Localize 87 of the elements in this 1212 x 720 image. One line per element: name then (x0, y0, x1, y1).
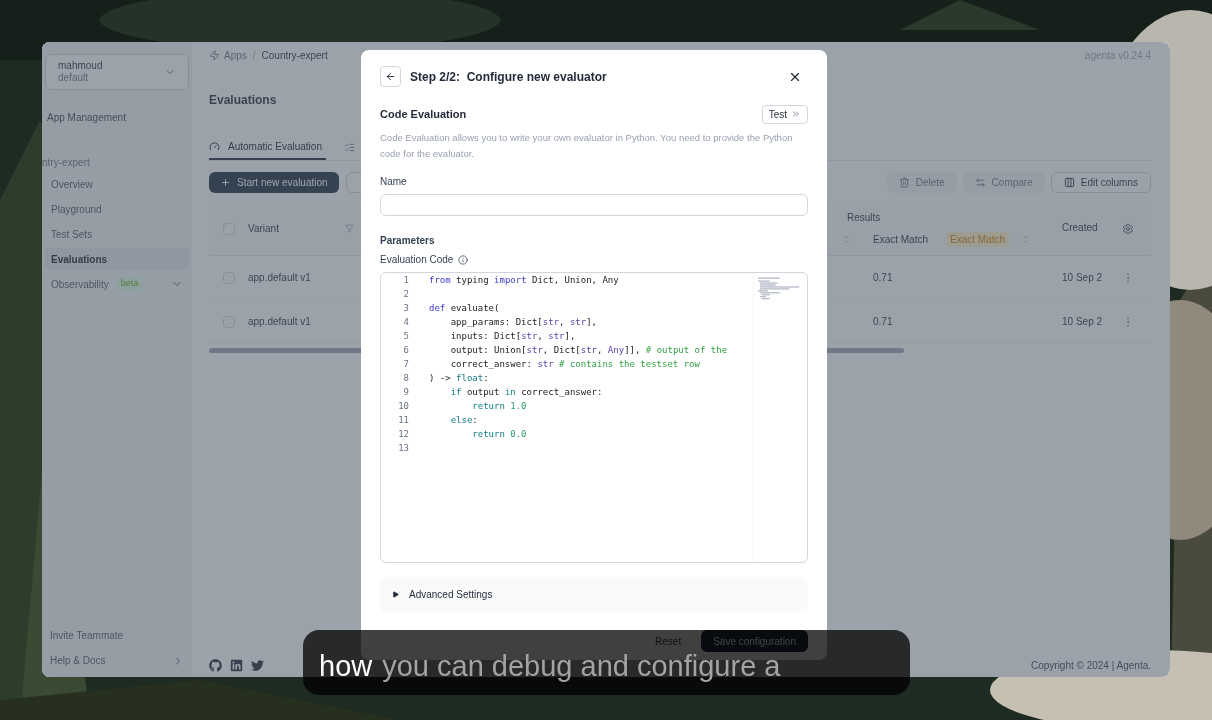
beta-badge: beta (116, 277, 143, 291)
sidebar-link[interactable]: Help & Docs (50, 652, 184, 669)
github-icon[interactable] (209, 659, 222, 672)
code-line: if output in correct_answer: (449, 386, 603, 400)
info-icon[interactable] (458, 254, 469, 265)
code-line: output: Union[str, Dict[str, Any]], # output of the (449, 344, 728, 358)
field-label: Parameters (380, 234, 436, 248)
section-title: Code Evaluation (380, 106, 467, 122)
line-number: 6 (402, 344, 409, 358)
code-line: from typing import Dict, Union, Any (429, 274, 619, 288)
back-button[interactable] (380, 66, 401, 87)
breadcrumb-current: Country-expert (261, 48, 328, 63)
line-number: 1 (402, 274, 409, 288)
line-number: 8 (402, 372, 409, 386)
table-cell-text: app.default v1 (248, 271, 312, 285)
settings-icon[interactable] (1122, 222, 1134, 235)
twitter-icon[interactable] (251, 659, 264, 672)
table-cell-text: app.default v1 (248, 315, 312, 329)
line-number: 2 (402, 288, 409, 302)
line-number: 12 (397, 428, 409, 442)
advanced-settings-toggle[interactable]: Advanced Settings (380, 577, 808, 612)
line-number: 3 (402, 302, 409, 316)
code-line: def evaluate( (429, 302, 500, 316)
plus-icon (220, 176, 231, 188)
line-number: 9 (402, 386, 409, 400)
code-line: ) -> float: (429, 372, 489, 386)
sort-icon[interactable] (1021, 235, 1031, 244)
section-label: App Management (47, 111, 127, 125)
linkedin-icon[interactable] (230, 659, 243, 672)
sidebar-item[interactable]: Test Sets (45, 223, 189, 245)
account-name: mahmoud (58, 59, 103, 72)
account-selector[interactable]: mahmoud default (45, 54, 189, 90)
line-number: 4 (402, 316, 409, 330)
breadcrumb-link[interactable]: Apps (224, 47, 247, 63)
bolt-icon (209, 49, 220, 61)
code-line: else: (449, 414, 478, 428)
line-number: 13 (397, 442, 409, 456)
table-cell-text: 10 Sep 2 (1062, 271, 1104, 285)
filter-icon[interactable] (345, 224, 354, 233)
caption-text: you can debug and configure a (382, 652, 781, 681)
table-cell-text: 10 Sep 2 (1062, 315, 1104, 329)
start-evaluation-button[interactable]: Start new evaluation (209, 171, 339, 193)
sidebar-item[interactable]: Overview (45, 173, 189, 195)
line-number: 5 (402, 330, 409, 344)
caption-text: how (319, 652, 373, 681)
line-number: 11 (397, 414, 409, 428)
caret-icon (392, 591, 399, 598)
back-arrow-icon (385, 71, 396, 82)
toolbar-button[interactable]: Edit columns (1050, 171, 1151, 193)
field-label: Evaluation Code (380, 253, 454, 267)
swap-icon (974, 176, 986, 188)
line-number: 7 (402, 358, 409, 372)
test-button[interactable]: Test (761, 104, 808, 124)
line-number: 10 (397, 400, 409, 414)
column-group-header: Results (847, 210, 882, 225)
column-header: Exact Match (873, 233, 929, 247)
sidebar-item[interactable]: Playground (45, 198, 189, 220)
gauge-icon (209, 140, 220, 152)
code-line: app_params: Dict[str, str], (449, 316, 597, 330)
table-cell-text: 0.71 (872, 271, 894, 285)
copyright-text: Copyright © 2024 | Agenta. (1030, 659, 1151, 673)
code-line: correct_answer: str # contains the testset row (449, 358, 700, 372)
modal-title: Step 2/2: Configure new evaluator (410, 68, 607, 86)
sort-icon[interactable] (842, 235, 851, 244)
workspace-name: default (58, 72, 90, 85)
columns-icon (1063, 176, 1075, 188)
code-line: return 1.0 (471, 400, 527, 414)
sidebar-item[interactable]: Evaluations (45, 248, 189, 270)
page-title: Evaluations (209, 92, 278, 109)
column-header: Created (1062, 221, 1099, 235)
trash-icon (898, 176, 910, 188)
table-cell-text: 0.71 (872, 315, 894, 329)
code-editor[interactable] (380, 272, 808, 563)
code-line: inputs: Dict[str, str], (449, 330, 576, 344)
chevrons-right-icon (791, 109, 801, 119)
name-field[interactable] (380, 194, 808, 216)
metric-tag: Exact Match (946, 232, 1010, 247)
column-header: Variant (248, 222, 279, 236)
code-line: return 0.0 (471, 428, 527, 442)
sidebar-item[interactable]: Observability beta (45, 273, 189, 295)
tab[interactable]: Automatic Evaluation (209, 134, 326, 160)
breadcrumb-separator: / (252, 48, 256, 63)
field-label: Name (380, 175, 408, 189)
list-icon (343, 141, 355, 153)
sidebar-link[interactable]: Invite Teammate (50, 627, 184, 644)
app-label: ntry-expert (42, 156, 91, 170)
description: Code Evaluation allows you to write your own evaluator in Python. You need to provide the Python code for the evaluator. (380, 131, 794, 161)
